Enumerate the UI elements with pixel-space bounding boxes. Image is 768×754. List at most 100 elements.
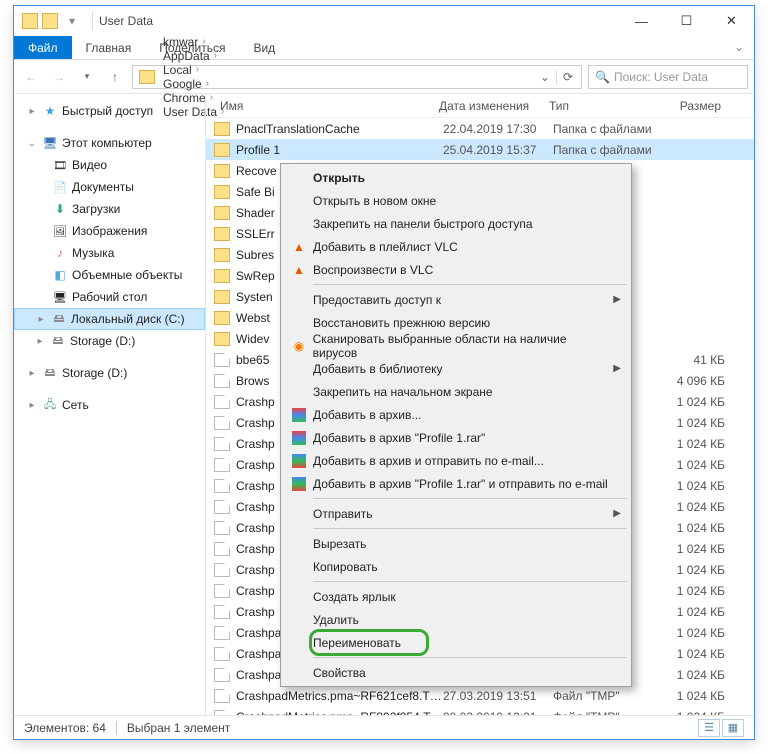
file-icon — [214, 374, 230, 388]
file-icon — [214, 416, 230, 430]
row-size: 1 024 КБ — [663, 521, 733, 535]
ctx-vlc-play[interactable]: ▲Воспроизвести в VLC — [283, 258, 629, 281]
file-row[interactable]: CrashpadMetrics.pma~RF621cef8.TMP27.03.2… — [206, 685, 754, 706]
folder-icon — [214, 122, 230, 136]
folder-row[interactable]: PnaclTranslationCache22.04.2019 17:30Пап… — [206, 118, 754, 139]
breadcrumb-item[interactable]: Google› — [159, 77, 228, 91]
tree-network[interactable]: ▸Сеть — [14, 394, 205, 416]
row-type: Папка с файлами — [553, 122, 663, 136]
ribbon-expand-icon[interactable]: ⌄ — [724, 36, 754, 59]
folder-icon — [214, 311, 230, 325]
row-type: Файл "TMP" — [553, 689, 663, 703]
row-size: 1 024 КБ — [663, 668, 733, 682]
ctx-grant-access[interactable]: Предоставить доступ к▶ — [283, 288, 629, 311]
folder-icon — [214, 248, 230, 262]
file-icon — [214, 542, 230, 556]
row-name: CrashpadMetrics.pma~RF621cef8.TMP — [236, 689, 443, 703]
qat-dropdown-icon[interactable]: ▾ — [64, 13, 80, 29]
ctx-scan-virus[interactable]: ◉Сканировать выбранные области на наличи… — [283, 334, 629, 357]
ctx-send-to[interactable]: Отправить▶ — [283, 502, 629, 525]
row-type: Папка с файлами — [553, 143, 663, 157]
folder-row[interactable]: Profile 125.04.2019 15:37Папка с файлами — [206, 139, 754, 160]
folder-icon — [214, 206, 230, 220]
ctx-rar-add[interactable]: Добавить в архив... — [283, 403, 629, 426]
ctx-create-shortcut[interactable]: Создать ярлык — [283, 585, 629, 608]
maximize-button[interactable]: ☐ — [664, 6, 709, 36]
nav-dropdown-icon[interactable]: ▾ — [76, 66, 98, 88]
ctx-open[interactable]: Открыть — [283, 166, 629, 189]
tree-storage-d[interactable]: ▸Storage (D:) — [14, 330, 205, 352]
address-dropdown-icon[interactable]: ⌄ — [534, 70, 556, 84]
status-count: Элементов: 64 — [24, 721, 106, 735]
ctx-delete[interactable]: Удалить — [283, 608, 629, 631]
ctx-cut[interactable]: Вырезать — [283, 532, 629, 555]
ctx-pin-quick-access[interactable]: Закрепить на панели быстрого доступа — [283, 212, 629, 235]
ctx-open-new-window[interactable]: Открыть в новом окне — [283, 189, 629, 212]
qat-folder-icon[interactable] — [42, 13, 58, 29]
tree-images[interactable]: Изображения — [14, 220, 205, 242]
breadcrumb-item[interactable]: Local› — [159, 63, 228, 77]
tree-local-disk-c[interactable]: ▸Локальный диск (C:) — [14, 308, 205, 330]
col-date[interactable]: Дата изменения — [439, 94, 549, 117]
search-input[interactable]: 🔍 Поиск: User Data — [588, 65, 748, 89]
view-large-button[interactable]: ▦ — [722, 719, 744, 737]
file-icon — [214, 395, 230, 409]
row-size: 1 024 КБ — [663, 647, 733, 661]
navigation-bar: ← → ▾ ↑ kmwar›AppData›Local›Google›Chrom… — [14, 60, 754, 94]
column-headers: Имя Дата изменения Тип Размер — [206, 94, 754, 118]
file-row[interactable]: CrashpadMetrics.pma~RF892f954.TMP09.03.2… — [206, 706, 754, 715]
refresh-button[interactable]: ⟳ — [556, 70, 579, 84]
ctx-vlc-add[interactable]: ▲Добавить в плейлист VLC — [283, 235, 629, 258]
tab-file[interactable]: Файл — [14, 36, 72, 59]
ctx-rar-add-named[interactable]: Добавить в архив "Profile 1.rar" — [283, 426, 629, 449]
ctx-properties[interactable]: Свойства — [283, 661, 629, 684]
nav-back-button[interactable]: ← — [20, 66, 42, 88]
col-name[interactable]: Имя — [214, 94, 439, 117]
file-icon — [214, 353, 230, 367]
status-selection: Выбран 1 элемент — [127, 721, 230, 735]
ctx-rar-email-named[interactable]: Добавить в архив "Profile 1.rar" и отпра… — [283, 472, 629, 495]
address-bar[interactable]: kmwar›AppData›Local›Google›Chrome›User D… — [132, 65, 582, 89]
tree-this-pc[interactable]: ⌄🖥Этот компьютер — [14, 132, 205, 154]
tab-view[interactable]: Вид — [239, 36, 289, 59]
close-button[interactable]: ✕ — [709, 6, 754, 36]
tree-downloads[interactable]: Загрузки — [14, 198, 205, 220]
file-icon — [214, 521, 230, 535]
tree-documents[interactable]: Документы — [14, 176, 205, 198]
folder-icon — [214, 290, 230, 304]
row-size: 1 024 КБ — [663, 395, 733, 409]
ctx-rename[interactable]: Переименовать — [283, 631, 629, 654]
row-size: 4 096 КБ — [663, 374, 733, 388]
row-name: PnaclTranslationCache — [236, 122, 443, 136]
address-folder-icon — [139, 70, 155, 84]
ctx-pin-start[interactable]: Закрепить на начальном экране — [283, 380, 629, 403]
tree-quick-access[interactable]: ▸★Быстрый доступ — [14, 100, 205, 122]
view-details-button[interactable]: ☰ — [698, 719, 720, 737]
col-type[interactable]: Тип — [549, 94, 659, 117]
tab-home[interactable]: Главная — [72, 36, 146, 59]
ctx-copy[interactable]: Копировать — [283, 555, 629, 578]
ctx-rar-email[interactable]: Добавить в архив и отправить по e-mail..… — [283, 449, 629, 472]
tree-video[interactable]: Видео — [14, 154, 205, 176]
tree-3d-objects[interactable]: Объемные объекты — [14, 264, 205, 286]
row-size: 1 024 КБ — [663, 500, 733, 514]
context-menu: Открыть Открыть в новом окне Закрепить н… — [280, 163, 632, 687]
minimize-button[interactable]: ― — [619, 6, 664, 36]
folder-icon — [214, 227, 230, 241]
tree-music[interactable]: Музыка — [14, 242, 205, 264]
nav-up-button[interactable]: ↑ — [104, 66, 126, 88]
row-type: Файл "TMP" — [553, 710, 663, 716]
breadcrumb-item[interactable]: kmwar› — [159, 35, 228, 49]
search-icon: 🔍 — [595, 70, 610, 84]
ctx-add-library[interactable]: Добавить в библиотеку▶ — [283, 357, 629, 380]
row-date: 25.04.2019 15:37 — [443, 143, 553, 157]
folder-icon — [214, 143, 230, 157]
col-size[interactable]: Размер — [659, 94, 729, 117]
tree-storage-d-2[interactable]: ▸Storage (D:) — [14, 362, 205, 384]
breadcrumb-item[interactable]: AppData› — [159, 49, 228, 63]
nav-forward-button[interactable]: → — [48, 66, 70, 88]
tree-desktop[interactable]: Рабочий стол — [14, 286, 205, 308]
row-size: 1 024 КБ — [663, 416, 733, 430]
file-icon — [214, 668, 230, 682]
file-icon — [214, 710, 230, 716]
